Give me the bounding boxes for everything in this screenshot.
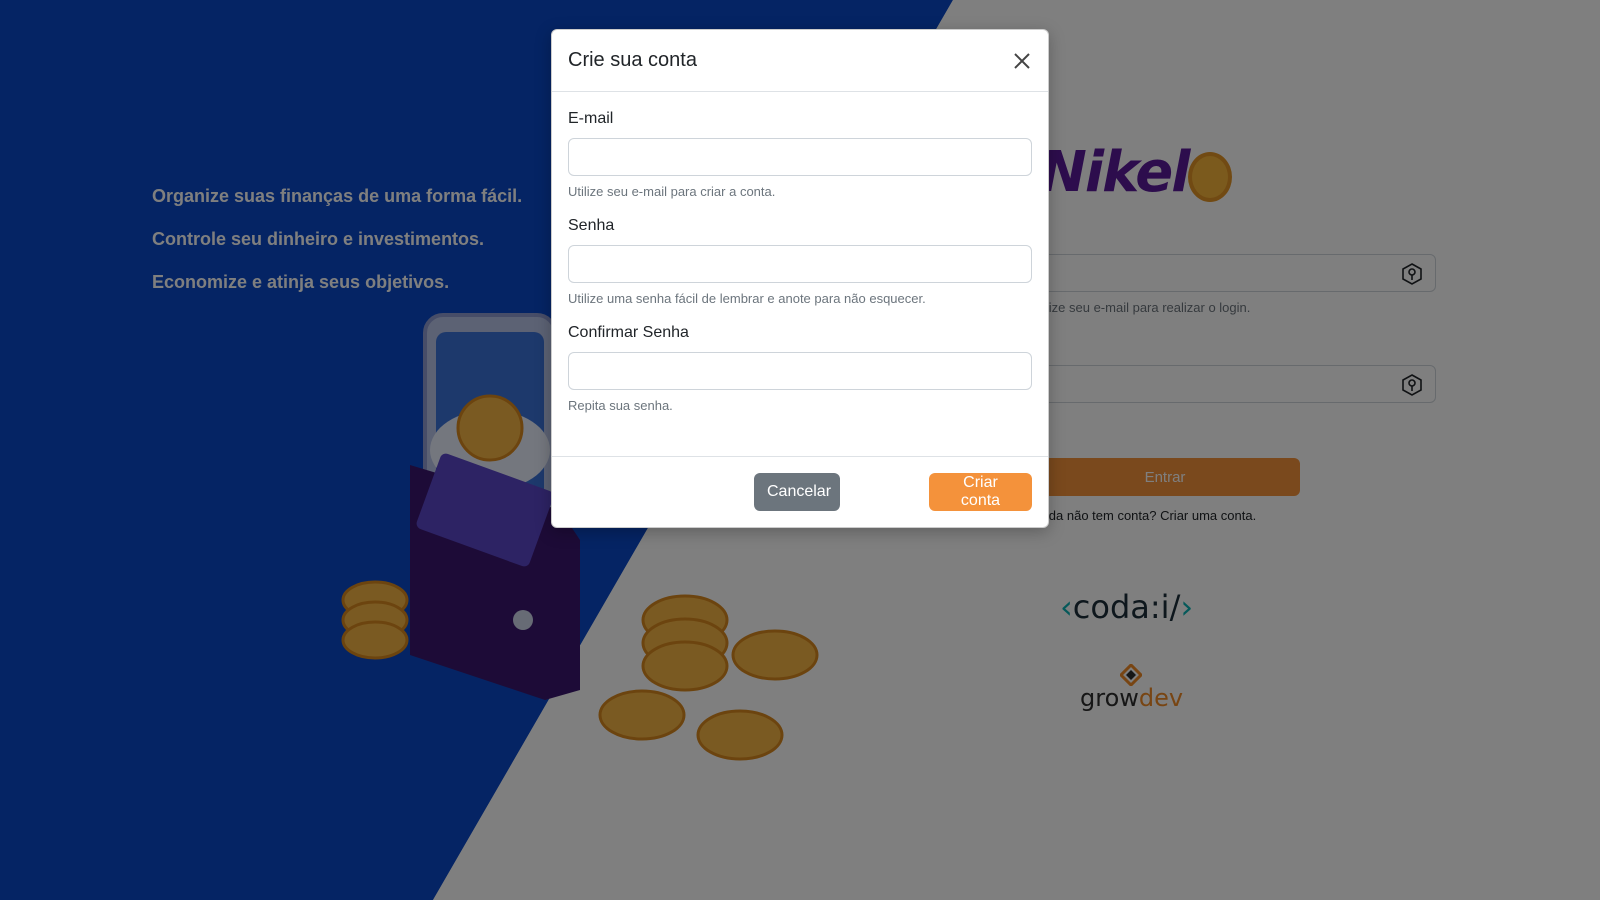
close-icon	[1014, 53, 1030, 69]
close-button[interactable]	[1010, 49, 1034, 73]
create-account-button[interactable]: Criar conta	[929, 473, 1032, 511]
modal-header: Crie sua conta	[552, 30, 1048, 92]
confirm-password-help: Repita sua senha.	[568, 398, 673, 413]
email-label: E-mail	[568, 110, 614, 127]
modal-footer: Cancelar Criar conta	[552, 456, 1048, 527]
password-field[interactable]	[568, 245, 1032, 283]
confirm-password-field[interactable]	[568, 352, 1032, 390]
modal-body: E-mail Utilize seu e-mail para criar a c…	[552, 92, 1048, 456]
password-group: Senha Utilize uma senha fácil de lembrar…	[568, 217, 1032, 306]
confirm-password-group: Confirmar Senha Repita sua senha.	[568, 324, 1032, 413]
password-label: Senha	[568, 217, 615, 234]
email-group: E-mail Utilize seu e-mail para criar a c…	[568, 110, 1032, 199]
create-account-modal: Crie sua conta E-mail Utilize seu e-mail…	[551, 29, 1049, 528]
email-help: Utilize seu e-mail para criar a conta.	[568, 184, 776, 199]
cancel-button[interactable]: Cancelar	[754, 473, 840, 511]
modal-title: Crie sua conta	[568, 49, 697, 71]
password-help: Utilize uma senha fácil de lembrar e ano…	[568, 291, 926, 306]
confirm-password-label: Confirmar Senha	[568, 324, 689, 341]
email-field[interactable]	[568, 138, 1032, 176]
